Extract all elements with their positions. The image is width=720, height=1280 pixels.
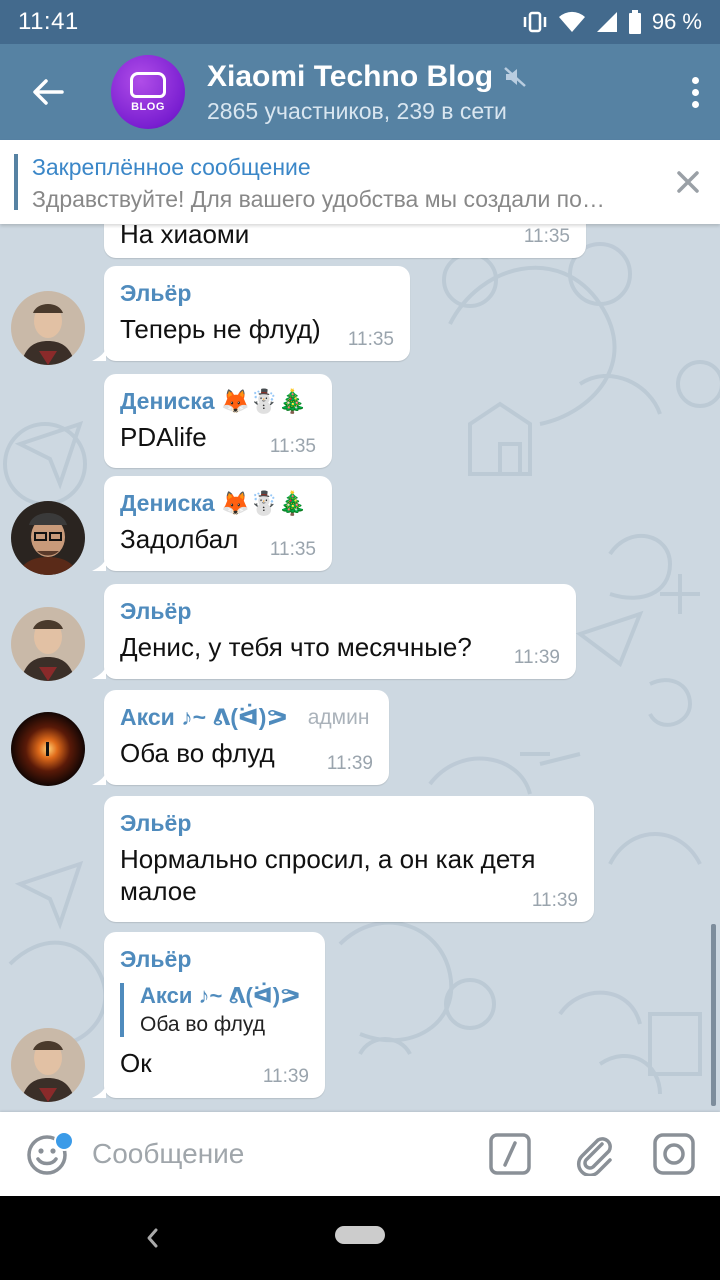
back-button[interactable] <box>0 44 96 140</box>
message-bubble[interactable]: Эльёр Теперь не флуд) 11:35 <box>104 266 410 361</box>
message-time: 11:35 <box>523 226 570 247</box>
pinned-accent-bar <box>14 154 18 210</box>
pinned-heading: Закреплённое сообщение <box>32 154 311 180</box>
message-author[interactable]: Акси ♪~ ᕕ(ᐛ)ᕗ <box>120 704 288 731</box>
message-text: Нормально спросил, а он как детя малое <box>120 844 536 906</box>
message-time: 11:35 <box>347 329 394 350</box>
message-input[interactable]: Сообщение <box>92 1138 244 1170</box>
close-pinned-icon[interactable] <box>674 168 702 196</box>
avatar[interactable] <box>11 291 85 365</box>
message-author[interactable]: Эльёр <box>120 946 309 973</box>
user-photo-elyor <box>11 607 85 681</box>
reply-text: Оба во флуд <box>140 1013 265 1036</box>
chat-header: BLOG Xiaomi Techno Blog 2865 участников,… <box>0 44 720 140</box>
attach-icon[interactable] <box>572 1132 616 1176</box>
more-menu-button[interactable] <box>670 44 720 140</box>
message-bubble[interactable]: Дениска 🦊☃️🎄 PDAlife 11:35 <box>104 374 332 468</box>
reply-author: Акси ♪~ ᕕ(ᐛ)ᕗ <box>140 983 301 1008</box>
message-bubble[interactable]: Акси ♪~ ᕕ(ᐛ)ᕗ админ Оба во флуд 11:39 <box>104 690 389 785</box>
chat-title: Xiaomi Techno Blog <box>207 59 494 93</box>
bubble-tail <box>92 769 106 785</box>
message-author[interactable]: Дениска 🦊☃️🎄 <box>120 388 316 415</box>
camera-icon[interactable] <box>652 1132 696 1176</box>
message-time: 11:39 <box>326 753 373 774</box>
message-list[interactable]: На хиаоми 11:35 Эльёр Теперь не флуд) 11… <box>0 224 720 1112</box>
more-vert-icon <box>691 76 699 84</box>
message-bubble[interactable]: Эльёр Денис, у тебя что месячные? 11:39 <box>104 584 576 679</box>
message-bubble[interactable]: Эльёр Акси ♪~ ᕕ(ᐛ)ᕗ Оба во флуд Ок 11:39 <box>104 932 325 1098</box>
user-photo-elyor <box>11 291 85 365</box>
battery-icon <box>628 10 641 34</box>
avatar[interactable] <box>11 712 85 786</box>
message-time: 11:39 <box>262 1066 309 1087</box>
message-time: 11:35 <box>269 436 316 457</box>
wifi-icon <box>558 11 585 32</box>
avatar[interactable] <box>11 1028 85 1102</box>
bubble-tail <box>92 555 106 571</box>
message-author[interactable]: Дениска 🦊☃️🎄 <box>120 490 316 517</box>
avatar[interactable] <box>11 607 85 681</box>
composer: Сообщение <box>0 1112 720 1196</box>
nav-home-pill[interactable] <box>335 1226 385 1244</box>
bubble-tail <box>92 1082 106 1098</box>
message-bubble[interactable]: На хиаоми 11:35 <box>104 224 586 258</box>
arrow-left-icon <box>33 79 64 105</box>
message-author[interactable]: Эльёр <box>120 598 560 625</box>
message-bubble[interactable]: Дениска 🦊☃️🎄 Задолбал 11:35 <box>104 476 332 571</box>
status-time: 11:41 <box>18 8 79 35</box>
muted-icon <box>504 66 526 87</box>
bot-command-icon[interactable] <box>488 1132 532 1176</box>
mi-logo-icon <box>130 71 166 98</box>
vibrate-icon <box>523 11 547 33</box>
bubble-tail <box>92 663 106 679</box>
system-nav-bar <box>0 1196 720 1280</box>
pinned-preview: Здравствуйте! Для вашего удобства мы соз… <box>32 186 605 212</box>
user-photo-deniska <box>11 501 85 575</box>
message-time: 11:39 <box>513 647 560 668</box>
message-author[interactable]: Эльёр <box>120 280 394 307</box>
message-time: 11:35 <box>269 539 316 560</box>
message-time: 11:39 <box>531 890 578 911</box>
user-photo-aksi <box>11 712 85 786</box>
notification-dot <box>54 1131 74 1151</box>
channel-avatar[interactable]: BLOG <box>111 55 185 129</box>
message-author[interactable]: Эльёр <box>120 810 578 837</box>
bubble-tail <box>92 345 106 361</box>
scrollbar[interactable] <box>711 924 716 1106</box>
chat-subtitle: 2865 участников, 239 в сети <box>207 97 507 124</box>
message-bubble[interactable]: Эльёр Нормально спросил, а он как детя м… <box>104 796 594 922</box>
pinned-message[interactable]: Закреплённое сообщение Здравствуйте! Для… <box>0 140 720 224</box>
reply-quote[interactable]: Акси ♪~ ᕕ(ᐛ)ᕗ Оба во флуд <box>120 983 309 1037</box>
signal-icon <box>596 12 617 32</box>
nav-back-icon[interactable] <box>138 1220 168 1256</box>
battery-percent: 96 % <box>651 9 702 34</box>
chat-title-block[interactable]: Xiaomi Techno Blog 2865 участников, 239 … <box>207 60 670 125</box>
admin-badge: админ <box>307 705 370 729</box>
avatar[interactable] <box>11 501 85 575</box>
status-bar: 11:41 96 % <box>0 0 720 44</box>
user-photo-elyor <box>11 1028 85 1102</box>
message-text: На хиаоми <box>120 224 250 249</box>
message-text: Денис, у тебя что месячные? <box>120 632 472 662</box>
